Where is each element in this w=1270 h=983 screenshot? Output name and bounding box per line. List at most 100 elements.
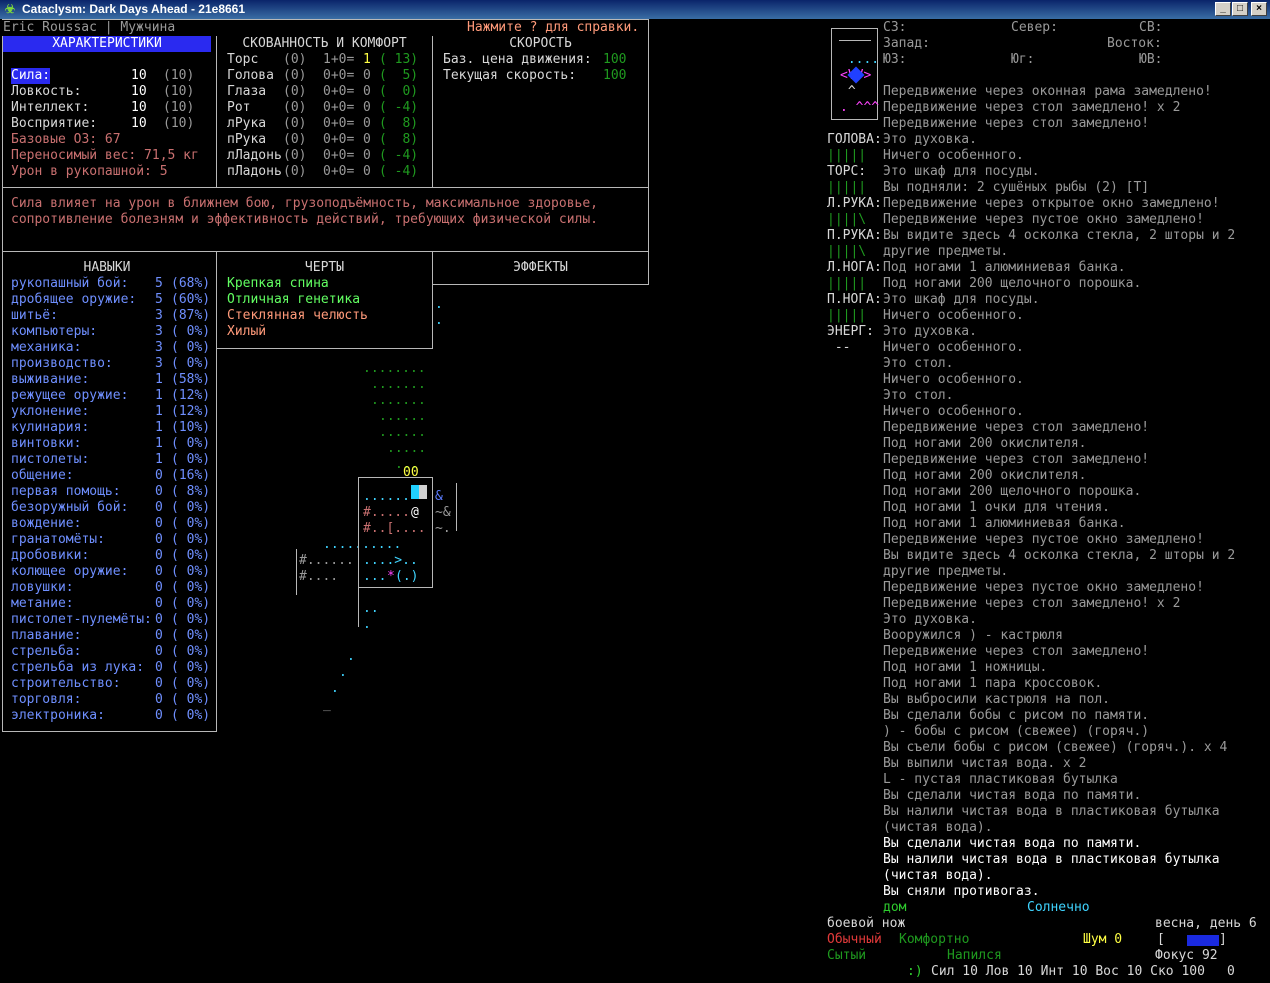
encumbrance-total: 0 (363, 164, 371, 179)
skill-name[interactable]: вождение: (11, 516, 81, 532)
stat-label[interactable]: Ловкость: (11, 84, 81, 100)
character-name: Eric Roussac | Мужчина (3, 20, 176, 35)
map-tiles: ..... (387, 441, 427, 456)
log-message: Вы налили чистая вода в пластиковая буты… (883, 804, 1220, 819)
body-part-health-bar: ||||\ (827, 212, 867, 227)
location-name: дом (883, 900, 907, 915)
encumbrance-calc: 0+0= (323, 68, 355, 83)
traits-title[interactable]: ЧЕРТЫ (217, 260, 432, 276)
skill-name[interactable]: кулинария: (11, 420, 89, 436)
base-hp: Базовые ОЗ: 67 (11, 132, 121, 147)
minimize-button[interactable]: _ (1215, 2, 1231, 16)
skill-name[interactable]: ловушки: (11, 580, 74, 596)
body-part-label[interactable]: Торс (227, 52, 258, 68)
skill-name[interactable]: винтовки: (11, 436, 81, 452)
frame-top (2, 19, 649, 20)
skill-name[interactable]: колющее оружие: (11, 564, 128, 580)
skill-progress: ( 0%) (171, 324, 211, 339)
stat-label[interactable]: Восприятие: (11, 116, 97, 132)
encumbrance-calc: 0+0= (323, 100, 355, 115)
skill-name[interactable]: плавание: (11, 628, 81, 644)
speed-title[interactable]: СКОРОСТЬ (433, 36, 648, 52)
body-part-label[interactable]: лРука (227, 116, 266, 132)
log-message: Это стол. (883, 356, 954, 371)
map-tiles: @ (411, 505, 419, 520)
skill-name[interactable]: безоружный бой: (11, 500, 128, 516)
log-message: Передвижение через стол замедлено! x 2 (883, 100, 1181, 115)
stat-value: 10 (131, 68, 147, 83)
body-part-label[interactable]: Глаза (227, 84, 266, 100)
skill-name[interactable]: рукопашный бой: (11, 276, 128, 292)
trait-item[interactable]: Стеклянная челюсть (227, 308, 368, 324)
frame-divider (2, 187, 649, 188)
skill-name[interactable]: производство: (11, 356, 113, 372)
stats-summary: Сил 10 Лов 10 Инт 10 Вос 10 Ско 100 (931, 964, 1205, 979)
stats-title[interactable]: ХАРАКТЕРИСТИКИ (3, 36, 211, 52)
skills-title[interactable]: НАВЫКИ (3, 260, 211, 276)
map-tiles: #..[.... (363, 521, 426, 536)
log-message: Вы сделали бобы с рисом по памяти. (883, 708, 1150, 723)
skill-progress: (10%) (171, 420, 211, 435)
log-message: Это духовка. (883, 132, 977, 147)
skill-name[interactable]: выживание: (11, 372, 89, 388)
effects-title[interactable]: ЭФФЕКТЫ (433, 260, 648, 276)
skill-level: 0 (155, 516, 163, 531)
skill-level: 0 (155, 708, 163, 723)
body-part-label[interactable]: лЛадонь (227, 148, 282, 164)
skill-name[interactable]: механика: (11, 340, 81, 356)
trait-item[interactable]: Крепкая спина (227, 276, 329, 292)
skill-name[interactable]: уклонение: (11, 404, 89, 420)
skill-name[interactable]: электроника: (11, 708, 105, 724)
encumbrance-title[interactable]: СКОВАННОСТЬ И КОМФОРТ (217, 36, 432, 52)
cursor-cell (411, 485, 419, 499)
trait-item[interactable]: Хилый (227, 324, 266, 340)
close-button[interactable]: × (1251, 2, 1267, 16)
map-tiles: ........ (363, 361, 426, 376)
base-move-cost-label: Баз. цена движения: (443, 52, 592, 67)
body-part-label[interactable]: Рот (227, 100, 250, 116)
stat-label[interactable]: Сила: (11, 68, 51, 84)
log-message: Вы налили чистая вода в пластиковая буты… (883, 852, 1220, 867)
skill-name[interactable]: компьютеры: (11, 324, 97, 340)
body-part-health-bar: -- (827, 340, 851, 355)
maximize-button[interactable]: □ (1232, 2, 1248, 16)
skill-name[interactable]: стрельба: (11, 644, 81, 660)
body-part-label[interactable]: Голова (227, 68, 274, 84)
log-message: Это духовка. (883, 324, 977, 339)
stat-base: (10) (163, 100, 195, 115)
map-tiles: . (435, 297, 443, 312)
minimap-row: .... (840, 52, 880, 67)
skill-name[interactable]: первая помощь: (11, 484, 121, 500)
skill-name[interactable]: шитьё: (11, 308, 58, 324)
skill-name[interactable]: пистолет-пулемёты: (11, 612, 152, 628)
skill-name[interactable]: стрельба из лука: (11, 660, 144, 676)
skill-name[interactable]: торговля: (11, 692, 81, 708)
minimap-row: ^ (840, 84, 856, 99)
skill-name[interactable]: дробящее оружие: (11, 292, 136, 308)
log-message: другие предметы. (883, 244, 1009, 259)
trait-item[interactable]: Отличная генетика (227, 292, 360, 308)
log-message: Под ногами 1 алюминиевая банка. (883, 516, 1126, 531)
skill-progress: ( 0%) (171, 644, 211, 659)
help-hint: Нажмите ? для справки. (467, 20, 640, 35)
skill-name[interactable]: гранатомёты: (11, 532, 105, 548)
skill-progress: ( 0%) (171, 612, 211, 627)
skill-progress: ( 0%) (171, 692, 211, 707)
log-message: другие предметы. (883, 564, 1009, 579)
body-part-label[interactable]: пРука (227, 132, 266, 148)
skill-name[interactable]: строительство: (11, 676, 121, 692)
encumbrance-calc: 1+0= (323, 52, 355, 67)
skill-name[interactable]: общение: (11, 468, 74, 484)
current-speed-value: 100 (603, 68, 627, 83)
log-message: Вы сняли противогаз. (883, 884, 1040, 899)
skill-name[interactable]: пистолеты: (11, 452, 89, 468)
body-part-label[interactable]: пЛадонь (227, 164, 282, 180)
stat-description: Сила влияет на урон в ближнем бою, грузо… (11, 196, 598, 211)
log-message: Передвижение через стол замедлено! (883, 452, 1150, 467)
skill-name[interactable]: режущее оружие: (11, 388, 128, 404)
stat-label[interactable]: Интеллект: (11, 100, 89, 116)
log-message: Ничего особенного. (883, 308, 1024, 323)
skill-name[interactable]: метание: (11, 596, 74, 612)
log-message: Передвижение через стол замедлено! (883, 420, 1150, 435)
skill-name[interactable]: дробовики: (11, 548, 89, 564)
